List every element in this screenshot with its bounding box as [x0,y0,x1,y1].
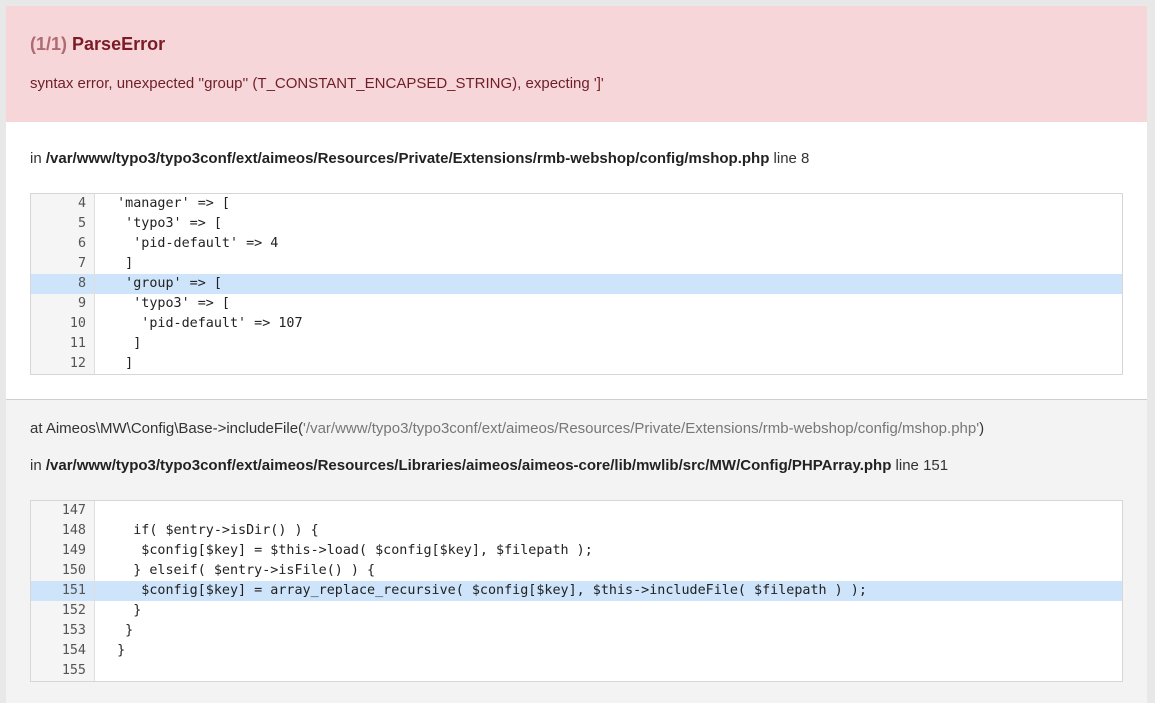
line-label: line 151 [895,457,949,474]
code-text: $config[$key] = array_replace_recursive(… [101,583,867,598]
file-path: /var/www/typo3/typo3conf/ext/aimeos/Reso… [45,150,770,167]
code-text: if( $entry->isDir() ) { [101,523,319,538]
error-type: ParseError [72,34,166,54]
stack-frame-1: in /var/www/typo3/typo3conf/ext/aimeos/R… [6,122,1147,400]
code-line: 10 'pid-default' => 107 [31,314,1122,334]
code-line: 11 ] [31,334,1122,354]
trace-close: ) [979,420,985,437]
highlighted-code-line: 8 'group' => [ [31,274,1122,294]
code-line: 149 $config[$key] = $this->load( $config… [31,541,1122,561]
error-message: syntax error, unexpected ''group'' (T_CO… [30,75,604,92]
line-number: 6 [31,234,95,254]
error-count: (1/1) [30,34,68,54]
code-line: 4 'manager' => [ [31,194,1122,214]
code-text: ] [101,336,142,351]
line-number: 7 [31,254,95,274]
line-number: 12 [31,354,95,374]
line-number: 11 [31,334,95,354]
code-text: 'manager' => [ [101,196,230,211]
line-number: 155 [31,661,95,681]
code-text: ] [101,356,134,371]
line-number: 4 [31,194,95,214]
line-number: 153 [31,621,95,641]
stack-frame-2: at Aimeos\MW\Config\Base->includeFile('/… [6,400,1147,703]
code-line: 148 if( $entry->isDir() ) { [31,521,1122,541]
error-header: (1/1) ParseError syntax error, unexpecte… [6,6,1147,122]
line-label: line 8 [773,150,810,167]
line-number: 147 [31,501,95,521]
frame-location: in /var/www/typo3/typo3conf/ext/aimeos/R… [30,457,1123,474]
file-path: /var/www/typo3/typo3conf/ext/aimeos/Reso… [45,457,892,474]
frame-location: in /var/www/typo3/typo3conf/ext/aimeos/R… [30,150,1123,167]
code-text: ] [101,256,134,271]
code-text: } [101,623,134,638]
line-number: 154 [31,641,95,661]
code-text: 'typo3' => [ [101,216,222,231]
code-snippet: 147 148 if( $entry->isDir() ) {149 $confi… [30,500,1123,682]
code-text: 'pid-default' => 4 [101,236,279,251]
code-line: 147 [31,501,1122,521]
line-number: 152 [31,601,95,621]
code-line: 150 } elseif( $entry->isFile() ) { [31,561,1122,581]
error-page: (1/1) ParseError syntax error, unexpecte… [6,6,1147,703]
code-text: } [101,643,126,658]
line-number: 9 [31,294,95,314]
code-line: 6 'pid-default' => 4 [31,234,1122,254]
line-number: 149 [31,541,95,561]
code-text: } [101,603,142,618]
code-line: 153 } [31,621,1122,641]
line-number: 5 [31,214,95,234]
code-line: 155 [31,661,1122,681]
trace-function: at Aimeos\MW\Config\Base->includeFile( [30,420,304,437]
code-text: 'pid-default' => 107 [101,316,303,331]
error-title: (1/1) ParseError [30,34,1123,55]
code-text: 'typo3' => [ [101,296,230,311]
code-line: 9 'typo3' => [ [31,294,1122,314]
trace-call: at Aimeos\MW\Config\Base->includeFile('/… [30,420,1123,437]
code-line: 152 } [31,601,1122,621]
line-number: 148 [31,521,95,541]
line-number: 151 [31,581,95,601]
code-line: 7 ] [31,254,1122,274]
line-number: 150 [31,561,95,581]
code-snippet: 4 'manager' => [5 'typo3' => [6 'pid-def… [30,193,1123,375]
code-text: $config[$key] = $this->load( $config[$ke… [101,543,593,558]
code-line: 154 } [31,641,1122,661]
code-line: 12 ] [31,354,1122,374]
line-number: 8 [31,274,95,294]
in-label: in [30,457,42,474]
code-text: 'group' => [ [101,276,222,291]
highlighted-code-line: 151 $config[$key] = array_replace_recurs… [31,581,1122,601]
in-label: in [30,150,42,167]
code-text: } elseif( $entry->isFile() ) { [101,563,376,578]
line-number: 10 [31,314,95,334]
code-line: 5 'typo3' => [ [31,214,1122,234]
trace-argument: '/var/www/typo3/typo3conf/ext/aimeos/Res… [303,420,980,437]
